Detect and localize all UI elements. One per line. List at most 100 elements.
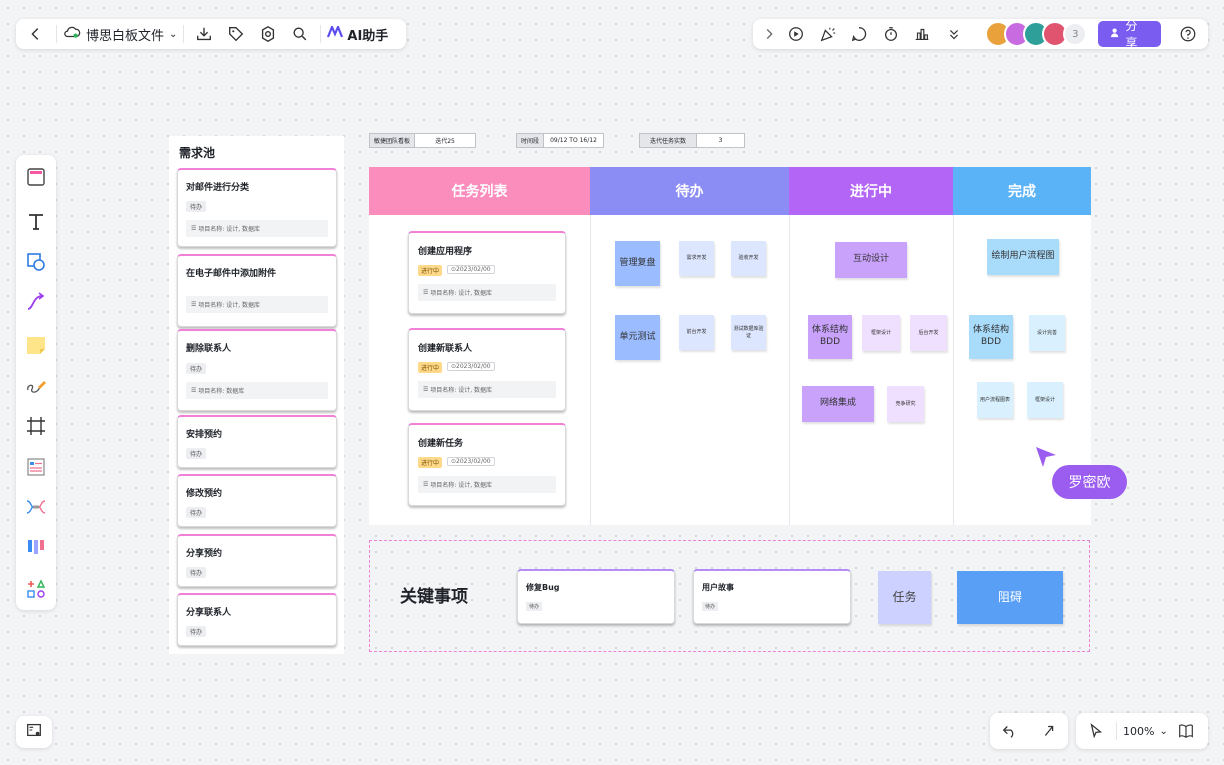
select-pointer-icon[interactable] — [1082, 717, 1110, 745]
connector-icon[interactable] — [22, 288, 50, 316]
pool-card[interactable]: 分享预约 待办 — [177, 534, 337, 587]
text-icon[interactable] — [22, 208, 50, 236]
sticky-note[interactable]: 设计完善 — [1029, 315, 1065, 351]
more-tools-icon[interactable] — [22, 575, 50, 603]
expand-arrow-icon[interactable] — [759, 20, 779, 48]
ai-assistant-button[interactable]: AI助手 — [327, 24, 388, 44]
capacity-value: 3 — [718, 137, 723, 144]
sticky-note[interactable]: 测试数据库验证 — [731, 315, 766, 350]
collaborator-avatars[interactable]: 3 — [985, 21, 1088, 47]
chevron-down-icon: ⌄ — [169, 28, 178, 40]
sticky-note[interactable]: 管理复盘 — [615, 241, 660, 286]
column-header-doing[interactable]: 进行中 — [789, 167, 953, 215]
template-icon[interactable] — [22, 163, 50, 191]
time-info[interactable]: 时间段 09/12 TO 16/12 — [516, 133, 604, 148]
left-toolbar — [16, 155, 56, 610]
sticky-note[interactable]: 绘制用户流程图 — [987, 239, 1059, 275]
toolbar-divider — [56, 25, 57, 43]
help-icon[interactable] — [1175, 20, 1202, 48]
column-divider — [953, 215, 954, 525]
team-info[interactable]: 敏捷团队看板 迭代25 — [369, 133, 476, 148]
pool-card[interactable]: 对邮件进行分类 待办 ☰ 项目名称: 设计, 数据库 — [177, 168, 337, 247]
sticky-note-icon[interactable] — [22, 331, 50, 359]
sticky-note[interactable]: 体系结构BDD — [808, 315, 852, 359]
comment-icon[interactable] — [846, 20, 873, 48]
column-header-todo[interactable]: 待办 — [590, 167, 789, 215]
zoom-dropdown[interactable]: 100% ⌄ — [1123, 725, 1168, 738]
task-meta: ☰ 项目名称: 设计, 数据库 — [418, 476, 556, 493]
sticky-note[interactable]: 互动设计 — [835, 242, 907, 278]
kanban-icon[interactable] — [22, 533, 50, 561]
task-card[interactable]: 创建新联系人 进行中 ⊙2023/02/00 ☰ 项目名称: 设计, 数据库 — [408, 328, 566, 411]
task-meta: ☰ 项目名称: 设计, 数据库 — [418, 284, 556, 301]
more-chevron-icon[interactable] — [940, 20, 967, 48]
task-card[interactable]: 创建应用程序 进行中 ⊙2023/02/00 ☰ 项目名称: 设计, 数据库 — [408, 231, 566, 314]
pool-card-title: 分享预约 — [186, 549, 223, 559]
key-item-card[interactable]: 用户故事 待办 — [693, 569, 851, 624]
pool-card[interactable]: 在电子邮件中添加附件 ☰ 项目名称: 设计, 数据库 — [177, 254, 337, 327]
tag-icon[interactable] — [222, 20, 250, 48]
sticky-note[interactable]: 前台开发 — [679, 315, 714, 350]
share-label: 分享 — [1125, 19, 1138, 50]
key-item-tag: 待办 — [526, 602, 543, 611]
back-icon[interactable] — [22, 20, 50, 48]
pool-card-tag: 待办 — [186, 507, 207, 518]
sticky-note[interactable]: 框架设计 — [862, 315, 900, 351]
pool-card-tag: 待办 — [186, 363, 207, 374]
mindmap-icon[interactable] — [22, 493, 50, 521]
toolbar-divider — [1116, 722, 1117, 740]
pen-icon[interactable] — [22, 372, 50, 400]
file-name: 博思白板文件 — [86, 28, 165, 44]
due-date: ⊙2023/02/00 — [447, 362, 495, 371]
timer-icon[interactable] — [877, 20, 904, 48]
vote-icon[interactable] — [908, 20, 935, 48]
celebrate-icon[interactable] — [814, 20, 841, 48]
time-value: 09/12 TO 16/12 — [550, 137, 597, 144]
sticky-note[interactable]: 单元测试 — [615, 315, 660, 360]
pool-card[interactable]: 安排预约 待办 — [177, 415, 337, 468]
share-button[interactable]: 分享 — [1098, 19, 1161, 50]
redo-icon[interactable] — [1035, 717, 1063, 745]
sticky-note[interactable]: 验收开发 — [731, 241, 766, 276]
present-icon[interactable] — [783, 20, 810, 48]
pool-card[interactable]: 删除联系人 待办 ☰ 项目名称: 数据库 — [177, 329, 337, 411]
zoom-level: 100% — [1123, 724, 1155, 738]
task-card[interactable]: 创建新任务 进行中 ⊙2023/02/00 ☰ 项目名称: 设计, 数据库 — [408, 423, 566, 506]
undo-icon[interactable] — [996, 717, 1024, 745]
task-sticky[interactable]: 任务 — [878, 571, 931, 624]
shape-icon[interactable] — [22, 248, 50, 276]
team-label: 敏捷团队看板 — [370, 134, 416, 147]
search-icon[interactable] — [286, 20, 314, 48]
table-icon[interactable] — [22, 453, 50, 481]
frame-icon[interactable] — [22, 412, 50, 440]
due-date: ⊙2023/02/00 — [447, 457, 495, 466]
column-header-list[interactable]: 任务列表 — [369, 167, 590, 215]
status-badge: 进行中 — [418, 457, 443, 468]
task-title: 创建应用程序 — [418, 247, 473, 257]
pool-card-title: 分享联系人 — [186, 608, 232, 618]
minimap-toggle[interactable] — [16, 716, 52, 748]
sticky-note[interactable]: 体系结构BDD — [969, 315, 1013, 359]
file-name-menu[interactable]: 博思白板文件 ⌄ — [63, 25, 177, 44]
settings-icon[interactable] — [254, 20, 282, 48]
sticky-note[interactable]: 用户流程图表 — [977, 382, 1013, 418]
sticky-note[interactable]: 后台开发 — [910, 315, 947, 351]
download-icon[interactable] — [190, 20, 218, 48]
requirement-pool: 需求池 对邮件进行分类 待办 ☰ 项目名称: 设计, 数据库 在电子邮件中添加附… — [169, 136, 344, 654]
sticky-note[interactable]: 竞争研究 — [887, 386, 924, 422]
sticky-note[interactable]: 网络集成 — [802, 386, 874, 422]
capacity-info[interactable]: 迭代任务实数 3 — [639, 133, 745, 148]
sticky-note[interactable]: 框架设计 — [1027, 382, 1063, 418]
column-divider — [590, 215, 591, 525]
blocker-sticky[interactable]: 阻碍 — [957, 571, 1063, 624]
sticky-note[interactable]: 需求开发 — [679, 241, 714, 276]
pool-card[interactable]: 修改预约 待办 — [177, 474, 337, 527]
key-item-title: 用户故事 — [702, 583, 734, 592]
key-item-tag: 待办 — [702, 602, 719, 611]
column-header-done[interactable]: 完成 — [953, 167, 1091, 215]
pool-card[interactable]: 分享联系人 待办 — [177, 593, 337, 646]
key-item-card[interactable]: 修复Bug 待办 — [517, 569, 675, 624]
task-title: 创建新任务 — [418, 439, 464, 449]
book-icon[interactable] — [1172, 717, 1200, 745]
cloud-sync-icon — [63, 25, 81, 43]
